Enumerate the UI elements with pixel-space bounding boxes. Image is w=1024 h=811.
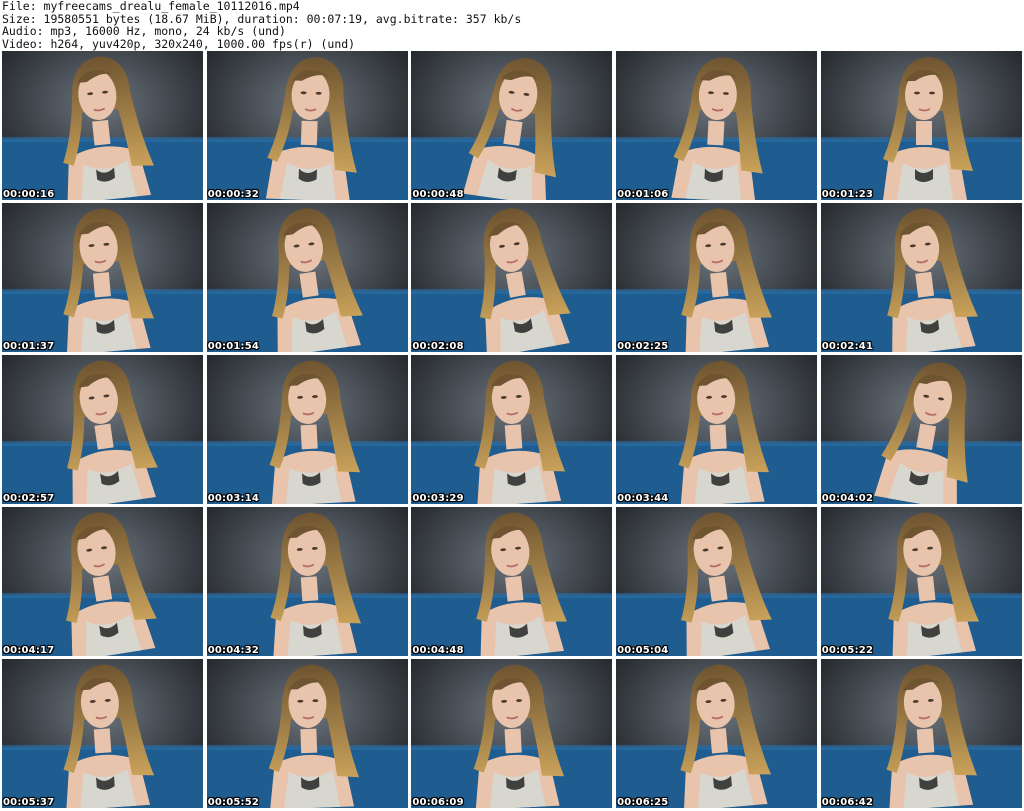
video-thumbnail: 00:00:16 [2, 51, 203, 200]
thumbnail-timestamp: 00:05:04 [617, 645, 669, 656]
thumbnail-frame-image [206, 203, 408, 352]
video-thumbnail: 00:02:57 [2, 355, 203, 504]
video-thumbnail: 00:02:41 [820, 203, 1022, 352]
thumbnail-frame-image [820, 51, 1022, 200]
thumbnail-frame-image [206, 355, 408, 504]
thumbnail-frame-image [2, 355, 203, 504]
thumbnail-frame-image [616, 203, 818, 352]
thumbnail-timestamp: 00:05:22 [821, 645, 874, 656]
video-thumbnail: 00:04:17 [2, 507, 203, 656]
thumbnail-timestamp: 00:01:54 [207, 341, 260, 352]
file-info-header: File: myfreecams_drealu_female_10112016.… [2, 0, 1022, 50]
thumbnail-timestamp: 00:02:41 [821, 341, 874, 352]
thumbnail-frame-image [411, 51, 613, 200]
thumbnail-timestamp: 00:00:16 [3, 189, 55, 200]
video-info-line: Video: h264, yuv420p, 320x240, 1000.00 f… [2, 36, 356, 51]
video-thumbnail: 00:04:48 [411, 507, 613, 656]
video-thumbnail: 00:02:25 [616, 203, 818, 352]
thumbnail-frame-image [616, 507, 818, 656]
thumbnail-frame-image [206, 659, 408, 808]
video-thumbnail: 00:01:23 [820, 51, 1022, 200]
thumbnail-timestamp: 00:00:48 [412, 189, 464, 200]
thumbnail-frame-image [411, 507, 613, 656]
video-thumbnail: 00:02:08 [411, 203, 613, 352]
thumbnail-timestamp: 00:01:06 [617, 189, 669, 200]
thumbnail-frame-image [820, 355, 1022, 504]
video-thumbnail: 00:04:32 [206, 507, 408, 656]
thumbnail-frame-image [411, 203, 613, 352]
thumbnail-timestamp: 00:02:08 [412, 341, 464, 352]
video-thumbnail: 00:06:09 [411, 659, 613, 808]
thumbnail-timestamp: 00:02:25 [617, 341, 669, 352]
thumbnail-timestamp: 00:06:25 [617, 797, 669, 808]
thumbnail-timestamp: 00:04:02 [821, 493, 874, 504]
video-thumbnail: 00:05:04 [616, 507, 818, 656]
thumbnail-timestamp: 00:04:32 [207, 645, 260, 656]
thumbnail-timestamp: 00:04:48 [412, 645, 464, 656]
video-thumbnail: 00:03:44 [616, 355, 818, 504]
thumbnail-timestamp: 00:00:32 [207, 189, 260, 200]
thumbnail-frame-image [616, 355, 818, 504]
video-thumbnail: 00:00:48 [411, 51, 613, 200]
video-thumbnail: 00:05:52 [206, 659, 408, 808]
video-thumbnail: 00:01:54 [206, 203, 408, 352]
video-thumbnail: 00:06:42 [820, 659, 1022, 808]
video-thumbnail: 00:04:02 [820, 355, 1022, 504]
file-name-line: File: myfreecams_drealu_female_10112016.… [2, 0, 300, 13]
video-thumbnail: 00:00:32 [206, 51, 408, 200]
video-thumbnail: 00:01:37 [2, 203, 203, 352]
thumbnail-frame-image [206, 507, 408, 656]
video-thumbnail: 00:05:37 [2, 659, 203, 808]
thumbnail-timestamp: 00:03:44 [617, 493, 669, 504]
thumbnail-timestamp: 00:01:37 [3, 341, 55, 352]
thumbnail-timestamp: 00:04:17 [3, 645, 55, 656]
thumbnail-timestamp: 00:06:42 [821, 797, 874, 808]
video-thumbnail: 00:01:06 [616, 51, 818, 200]
thumbnail-frame-image [820, 659, 1022, 808]
thumbnail-timestamp: 00:06:09 [412, 797, 464, 808]
thumbnail-timestamp: 00:02:57 [3, 493, 55, 504]
thumbnail-timestamp: 00:03:14 [207, 493, 260, 504]
thumbnail-timestamp: 00:05:52 [207, 797, 260, 808]
thumbnail-frame-image [2, 507, 203, 656]
thumbnail-frame-image [616, 51, 818, 200]
thumbnail-frame-image [2, 659, 203, 808]
thumbnail-grid: 00:00:16 00:00:32 00:00:48 00:01:06 00:01:23… [2, 51, 1022, 811]
thumbnail-frame-image [820, 203, 1022, 352]
video-thumbnail: 00:05:22 [820, 507, 1022, 656]
thumbnail-frame-image [411, 659, 613, 808]
video-thumbnail: 00:06:25 [616, 659, 818, 808]
thumbnail-frame-image [616, 659, 818, 808]
video-thumbnail: 00:03:14 [206, 355, 408, 504]
thumbnail-timestamp: 00:01:23 [821, 189, 874, 200]
video-thumbnail: 00:03:29 [411, 355, 613, 504]
audio-info-line: Audio: mp3, 16000 Hz, mono, 24 kb/s (und… [2, 24, 286, 38]
thumbnail-frame-image [2, 51, 203, 200]
thumbnail-frame-image [2, 203, 203, 352]
thumbnail-frame-image [206, 51, 408, 200]
thumbnail-frame-image [411, 355, 613, 504]
thumbnail-timestamp: 00:03:29 [412, 493, 464, 504]
thumbnail-frame-image [820, 507, 1022, 656]
thumbnail-timestamp: 00:05:37 [3, 797, 55, 808]
